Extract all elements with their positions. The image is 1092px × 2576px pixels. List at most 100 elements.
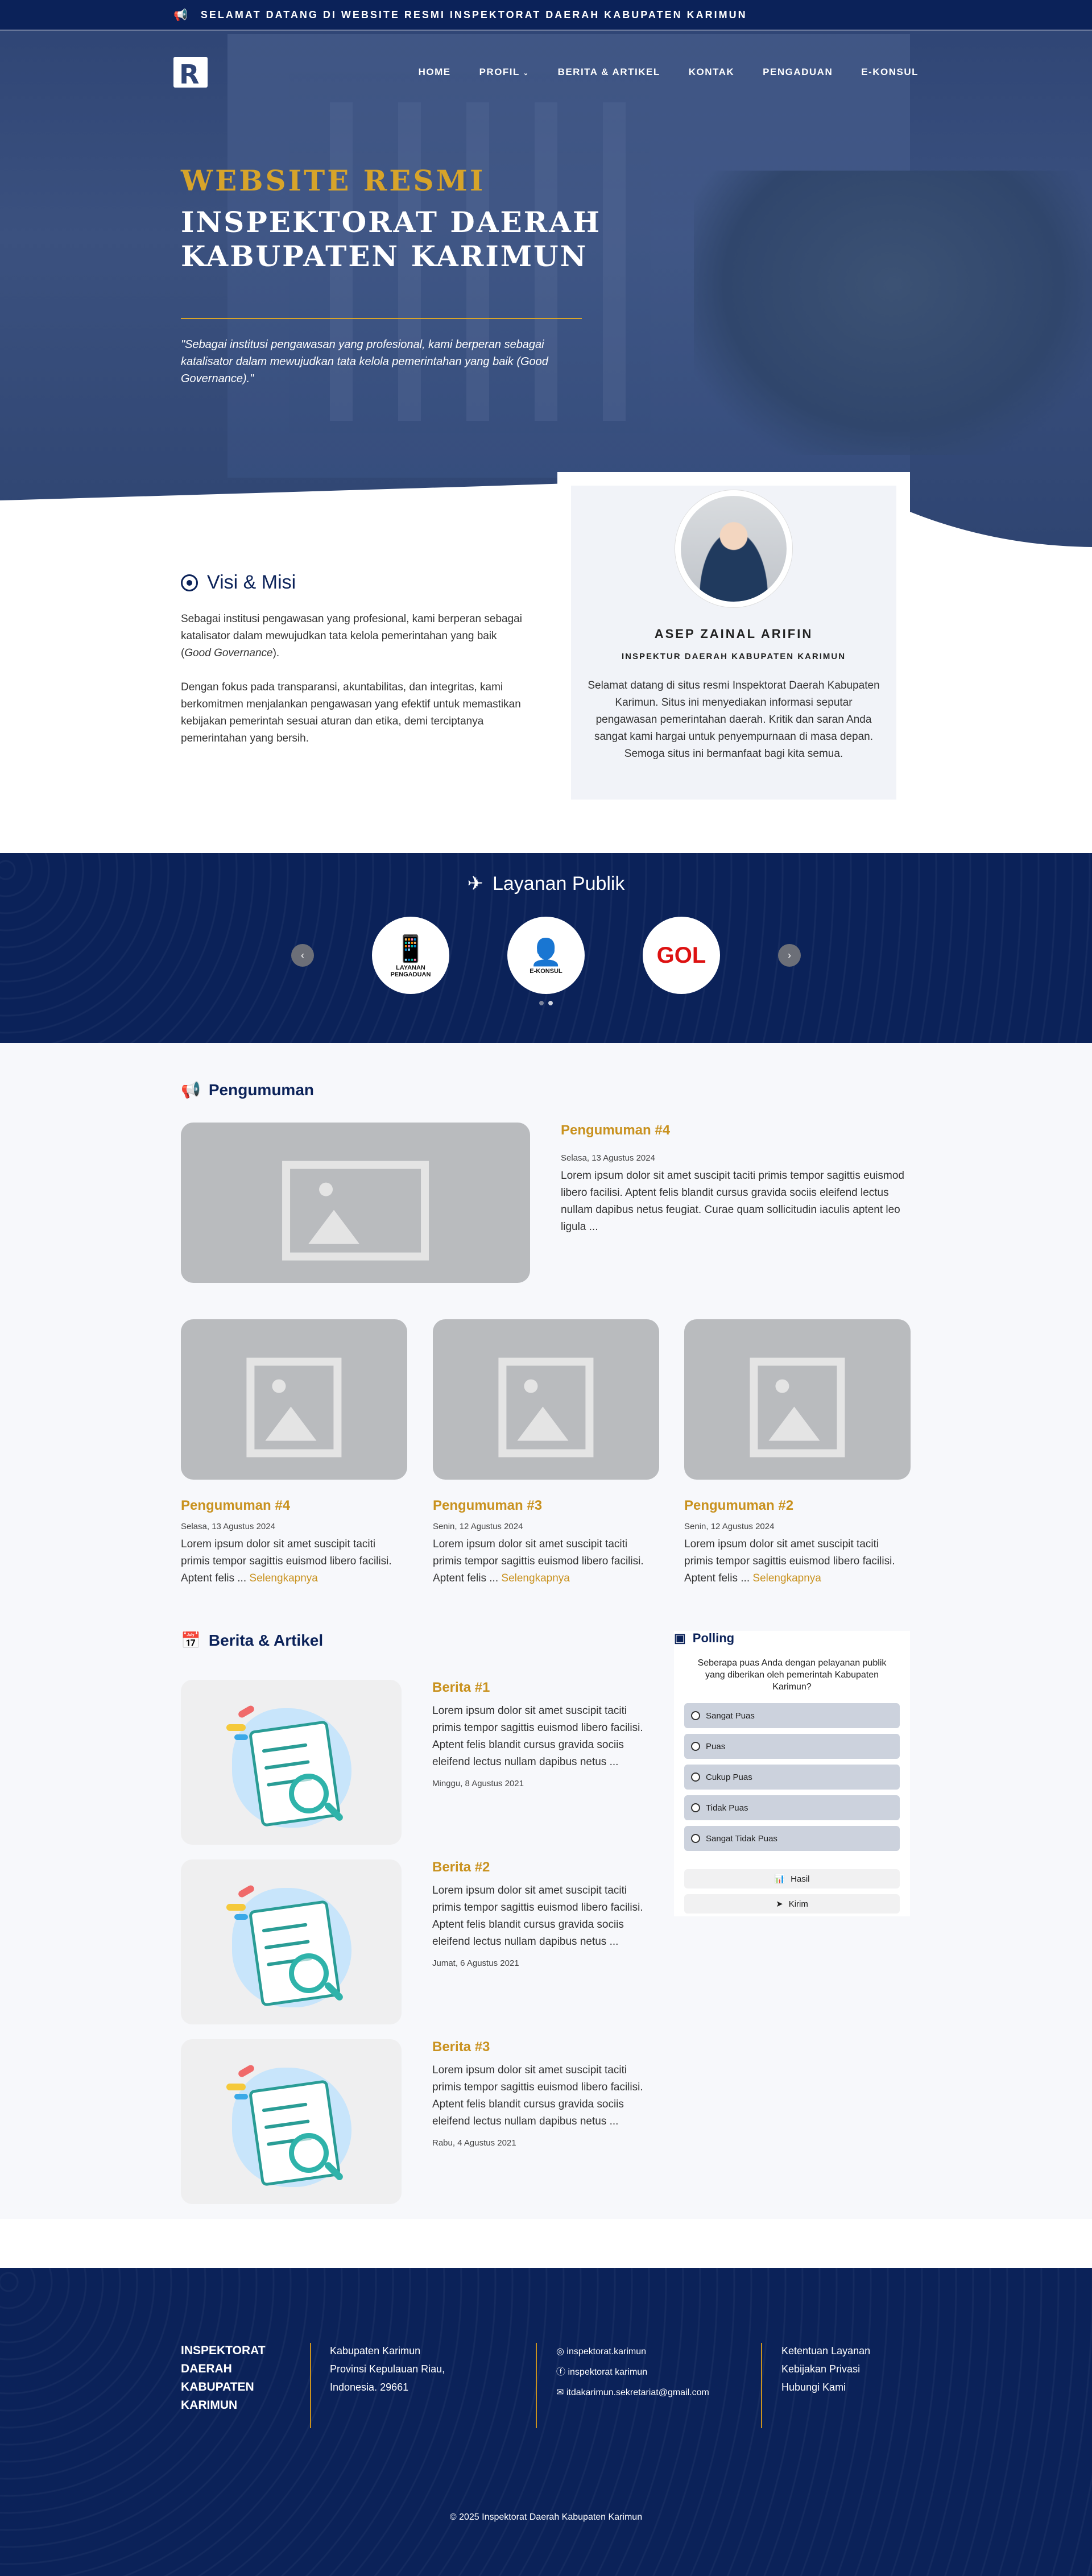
instagram-icon: ◎: [556, 2347, 564, 2356]
visi-title: Visi & Misi: [181, 571, 522, 594]
pengumuman-card-image[interactable]: [684, 1319, 911, 1480]
nav-ekonsul[interactable]: E-KONSUL: [861, 67, 919, 78]
hero-kicker: WEBSITE RESMI: [181, 164, 486, 197]
read-more-link[interactable]: Selengkapnya: [501, 1572, 569, 1584]
pengumuman-featured-image[interactable]: [181, 1123, 530, 1283]
visi-p1-emphasis: Good Governance: [184, 647, 273, 659]
poll-option[interactable]: Sangat Tidak Puas: [684, 1826, 900, 1851]
berita-item: Berita #3 Lorem ipsum dolor sit amet sus…: [432, 2039, 654, 2148]
email-label: itdakarimun.sekretariat@gmail.com: [566, 2388, 709, 2397]
poll-submit-button[interactable]: ➤ Kirim: [684, 1894, 900, 1914]
berita-item-title[interactable]: Berita #3: [432, 2039, 654, 2055]
visi-misi-section: Visi & Misi Sebagai institusi pengawasan…: [181, 571, 522, 747]
hero-quote: "Sebagai institusi pengawasan yang profe…: [181, 338, 548, 385]
poll-option[interactable]: Sangat Puas: [684, 1703, 900, 1728]
site-logo[interactable]: [173, 57, 208, 90]
card-date: Selasa, 13 Agustus 2024: [181, 1522, 275, 1531]
berita-item-date: Rabu, 4 Agustus 2021: [432, 2138, 516, 2148]
card-date: Senin, 12 Agustus 2024: [684, 1522, 775, 1531]
poll-option[interactable]: Cukup Puas: [684, 1765, 900, 1790]
nav-pengaduan[interactable]: PENGADUAN: [763, 67, 833, 78]
megaphone-icon: 📢: [181, 1081, 201, 1099]
featured-title[interactable]: Pengumuman #4: [561, 1123, 910, 1138]
berita-image[interactable]: [181, 2039, 402, 2204]
megaphone-icon: 📢: [173, 9, 189, 22]
pengumuman-card: Pengumuman #4 Selasa, 13 Agustus 2024 Lo…: [181, 1498, 407, 1587]
layanan-ekonsul[interactable]: 👤 E-KONSUL: [507, 917, 585, 994]
polling-question: Seberapa puas Anda dengan pelayanan publ…: [697, 1658, 887, 1692]
card-text: Lorem ipsum dolor sit amet suscipit taci…: [684, 1536, 911, 1587]
layanan-carousel: ‹ 📱 LAYANAN PENGADUAN 👤 E-KONSUL GOL ›: [0, 917, 1092, 994]
paper-plane-icon: ✈: [467, 873, 483, 894]
carousel-prev-button[interactable]: ‹: [291, 944, 314, 967]
carousel-next-button[interactable]: ›: [778, 944, 801, 967]
berita-item-text: Lorem ipsum dolor sit amet suscipit taci…: [432, 1705, 643, 1768]
carousel-dot[interactable]: [548, 1001, 553, 1005]
main-content: 📢 Pengumuman Pengumuman #4 Selasa, 13 Ag…: [0, 1043, 1092, 2219]
chevron-down-icon: ⌄: [523, 70, 530, 77]
footer-links: Ketentuan Layanan Kebijakan Privasi Hubu…: [781, 2342, 870, 2396]
poll-option[interactable]: Tidak Puas: [684, 1795, 900, 1820]
profile-role: INSPEKTUR DAERAH KABUPATEN KARIMUN: [621, 652, 846, 661]
main-navigation: HOME PROFIL ⌄ BERITA & ARTIKEL KONTAK PE…: [173, 57, 919, 90]
layanan-title: ✈ Layanan Publik: [0, 872, 1092, 895]
berita-item: Berita #1 Lorem ipsum dolor sit amet sus…: [432, 1680, 654, 1788]
radio-button[interactable]: [691, 1711, 700, 1720]
berita-image[interactable]: [181, 1859, 402, 2024]
layanan-title-text: Layanan Publik: [492, 872, 625, 894]
radio-button[interactable]: [691, 1803, 700, 1812]
berita-image[interactable]: [181, 1680, 402, 1845]
address-line-1: Kabupaten Karimun: [330, 2345, 421, 2356]
instagram-label: inspektorat.karimun: [566, 2347, 647, 2356]
pengumuman-card-image[interactable]: [181, 1319, 407, 1480]
visi-paragraph-1: Sebagai institusi pengawasan yang profes…: [181, 611, 522, 662]
berita-item-text: Lorem ipsum dolor sit amet suscipit taci…: [432, 2064, 643, 2127]
phone-hand-icon: 📱: [394, 933, 427, 963]
layanan-pengaduan[interactable]: 📱 LAYANAN PENGADUAN: [372, 917, 449, 994]
card-title[interactable]: Pengumuman #3: [433, 1498, 659, 1514]
berita-item-title[interactable]: Berita #1: [432, 1680, 654, 1696]
nav-profil[interactable]: PROFIL ⌄: [479, 67, 530, 78]
consult-person-icon: 👤: [530, 937, 562, 967]
copyright: © 2025 Inspektorat Daerah Kabupaten Kari…: [449, 2512, 643, 2522]
profile-card: ASEP ZAINAL ARIFIN INSPEKTUR DAERAH KABU…: [557, 472, 910, 813]
nav-home[interactable]: HOME: [419, 67, 451, 78]
footer-divider: [761, 2343, 762, 2428]
card-title[interactable]: Pengumuman #4: [181, 1498, 407, 1514]
read-more-link[interactable]: Selengkapnya: [249, 1572, 317, 1584]
radio-button[interactable]: [691, 1742, 700, 1751]
poll-option-label: Puas: [706, 1741, 726, 1751]
footer-link-terms[interactable]: Ketentuan Layanan: [781, 2342, 870, 2360]
berita-item-title[interactable]: Berita #2: [432, 1859, 654, 1875]
nav-berita[interactable]: BERITA & ARTIKEL: [558, 67, 660, 78]
poll-results-label: Hasil: [791, 1874, 810, 1884]
card-title[interactable]: Pengumuman #2: [684, 1498, 911, 1514]
pengumuman-card-image[interactable]: [433, 1319, 659, 1480]
layanan-gol[interactable]: GOL: [643, 917, 720, 994]
pengumuman-heading: 📢 Pengumuman: [181, 1080, 314, 1099]
instagram-link[interactable]: ◎ inspektorat.karimun: [556, 2342, 709, 2362]
footer-address: Kabupaten Karimun Provinsi Kepulauan Ria…: [330, 2342, 445, 2396]
polling-heading: ▣ Polling: [674, 1631, 910, 1646]
footer-link-privacy[interactable]: Kebijakan Privasi: [781, 2360, 870, 2378]
footer-link-contact[interactable]: Hubungi Kami: [781, 2378, 870, 2396]
email-link[interactable]: ✉ itdakarimun.sekretariat@gmail.com: [556, 2383, 709, 2403]
card-date: Senin, 12 Agustus 2024: [433, 1522, 523, 1531]
berita-item-text: Lorem ipsum dolor sit amet suscipit taci…: [432, 1885, 643, 1948]
poll-option-label: Sangat Puas: [706, 1711, 755, 1721]
poll-option-label: Cukup Puas: [706, 1772, 752, 1782]
radio-button[interactable]: [691, 1834, 700, 1843]
hero-title: INSPEKTORAT DAERAH KABUPATEN KARIMUN: [181, 205, 602, 273]
radio-button[interactable]: [691, 1772, 700, 1782]
facebook-link[interactable]: ⓕ inspektorat karimun: [556, 2362, 709, 2383]
nav-kontak[interactable]: KONTAK: [689, 67, 734, 78]
read-more-link[interactable]: Selengkapnya: [752, 1572, 821, 1584]
poll-option-label: Tidak Puas: [706, 1803, 748, 1813]
poll-results-button[interactable]: 📊 Hasil: [684, 1869, 900, 1888]
polling-widget: ▣ Polling Seberapa puas Anda dengan pela…: [674, 1631, 910, 1916]
bar-chart-icon: 📊: [774, 1874, 785, 1884]
poll-option[interactable]: Puas: [684, 1734, 900, 1759]
nav-menu: HOME PROFIL ⌄ BERITA & ARTIKEL KONTAK PE…: [419, 67, 919, 78]
footer-social: ◎ inspektorat.karimun ⓕ inspektorat kari…: [556, 2342, 709, 2403]
carousel-dot[interactable]: [539, 1001, 544, 1005]
